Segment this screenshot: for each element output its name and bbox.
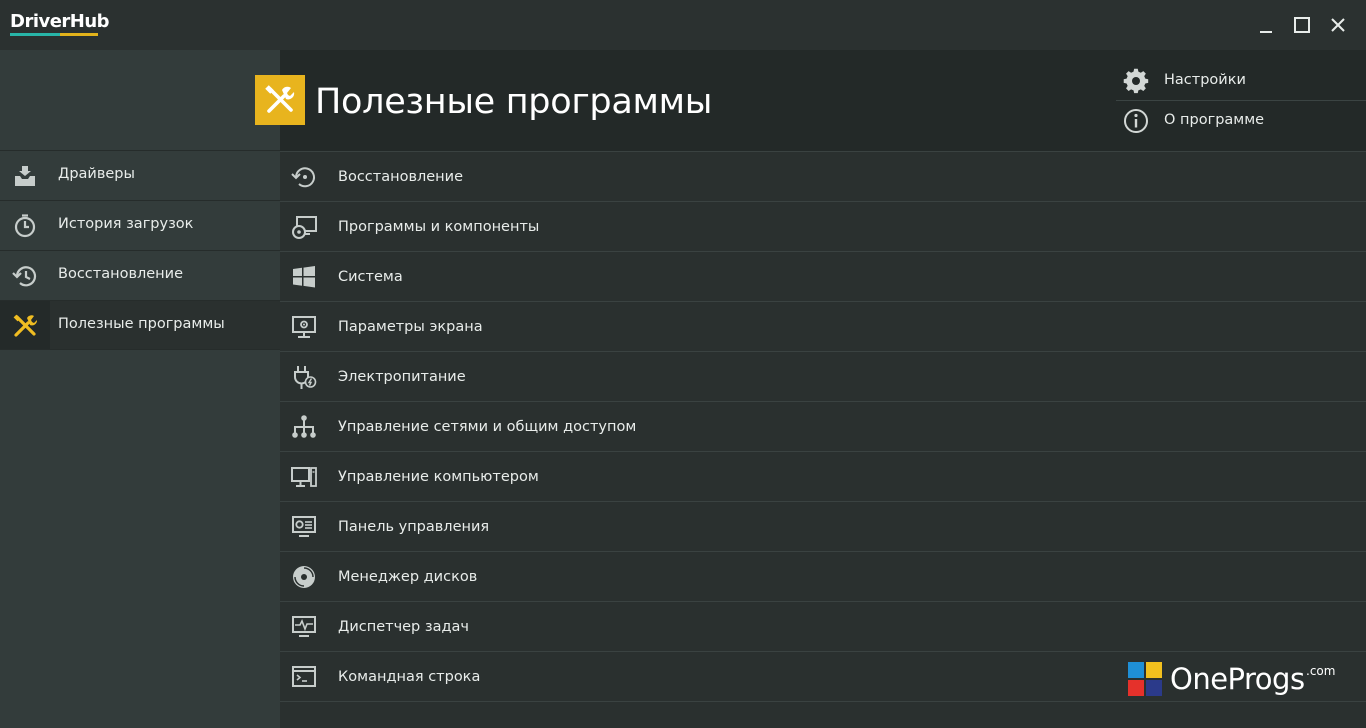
drivers-tray-icon bbox=[0, 151, 50, 200]
computer-icon bbox=[290, 463, 318, 491]
windows-logo-icon bbox=[290, 263, 318, 291]
page-title: Полезные программы bbox=[315, 82, 713, 122]
restore-icon bbox=[290, 163, 318, 191]
list-item-label: Командная строка bbox=[338, 669, 481, 685]
list-item-programs-components[interactable]: Программы и компоненты bbox=[280, 201, 1366, 251]
sidebar-item-label: Восстановление bbox=[58, 266, 184, 282]
task-manager-icon bbox=[290, 613, 318, 641]
sidebar-item-restore[interactable]: Восстановление bbox=[0, 250, 280, 300]
app-logo: DriverHub bbox=[10, 11, 110, 32]
list-item-label: Программы и компоненты bbox=[338, 219, 540, 235]
list-item-label: Управление компьютером bbox=[338, 469, 539, 485]
control-panel-icon bbox=[290, 513, 318, 541]
title-bar: DriverHub bbox=[0, 0, 1366, 50]
disk-icon bbox=[290, 563, 318, 591]
info-icon bbox=[1122, 107, 1150, 135]
logo-underline bbox=[10, 33, 98, 36]
minimize-icon bbox=[1260, 31, 1272, 33]
list-item-label: Параметры экрана bbox=[338, 319, 483, 335]
list-item-control-panel[interactable]: Панель управления bbox=[280, 501, 1366, 551]
command-line-icon bbox=[290, 663, 318, 691]
list-item-display-settings[interactable]: Параметры экрана bbox=[280, 301, 1366, 351]
sidebar-item-label: История загрузок bbox=[58, 216, 194, 232]
close-button[interactable] bbox=[1325, 12, 1351, 38]
stopwatch-icon bbox=[0, 201, 50, 250]
list-item-label: Система bbox=[338, 269, 403, 285]
watermark-suffix: .com bbox=[1306, 664, 1336, 678]
sidebar-item-label: Драйверы bbox=[58, 166, 135, 182]
tools-icon bbox=[255, 75, 305, 125]
watermark-logo-icon bbox=[1128, 662, 1162, 696]
list-item-network-sharing[interactable]: Управление сетями и общим доступом bbox=[280, 401, 1366, 451]
power-plug-icon bbox=[290, 363, 318, 391]
list-item-label: Панель управления bbox=[338, 519, 490, 535]
minimize-button[interactable] bbox=[1253, 12, 1279, 38]
sidebar: Драйверы История загрузок Восстановление… bbox=[0, 50, 280, 728]
about-label: О программе bbox=[1164, 112, 1265, 128]
list-item-disk-manager[interactable]: Менеджер дисков bbox=[280, 551, 1366, 601]
tools-icon bbox=[0, 301, 50, 350]
about-link[interactable]: О программе bbox=[1116, 100, 1366, 140]
history-restore-icon bbox=[0, 251, 50, 300]
settings-label: Настройки bbox=[1164, 72, 1246, 88]
watermark: OneProgs .com bbox=[1128, 662, 1348, 698]
list-item-label: Восстановление bbox=[338, 169, 464, 185]
sidebar-item-useful-programs[interactable]: Полезные программы bbox=[0, 300, 280, 350]
watermark-text: OneProgs bbox=[1170, 662, 1305, 696]
list-item-label: Управление сетями и общим доступом bbox=[338, 419, 637, 435]
page-header: Полезные программы Настройки О программе bbox=[255, 50, 1366, 151]
settings-link[interactable]: Настройки bbox=[1116, 60, 1366, 100]
list-item-task-manager[interactable]: Диспетчер задач bbox=[280, 601, 1366, 651]
sidebar-item-drivers[interactable]: Драйверы bbox=[0, 150, 280, 200]
programs-components-icon bbox=[290, 213, 318, 241]
display-settings-icon bbox=[290, 313, 318, 341]
gear-icon bbox=[1122, 67, 1150, 95]
sidebar-item-label: Полезные программы bbox=[58, 316, 225, 332]
list-item-system[interactable]: Система bbox=[280, 251, 1366, 301]
list-item-label: Электропитание bbox=[338, 369, 466, 385]
maximize-button[interactable] bbox=[1289, 12, 1315, 38]
list-item-computer-management[interactable]: Управление компьютером bbox=[280, 451, 1366, 501]
maximize-icon bbox=[1294, 17, 1310, 33]
list-item-label: Диспетчер задач bbox=[338, 619, 469, 635]
list-item-label: Менеджер дисков bbox=[338, 569, 478, 585]
list-item-restore[interactable]: Восстановление bbox=[280, 151, 1366, 201]
close-icon bbox=[1331, 18, 1345, 32]
list-item-power-options[interactable]: Электропитание bbox=[280, 351, 1366, 401]
sidebar-item-download-history[interactable]: История загрузок bbox=[0, 200, 280, 250]
utilities-list: Восстановление Программы и компоненты Си… bbox=[280, 151, 1366, 728]
network-icon bbox=[290, 413, 318, 441]
